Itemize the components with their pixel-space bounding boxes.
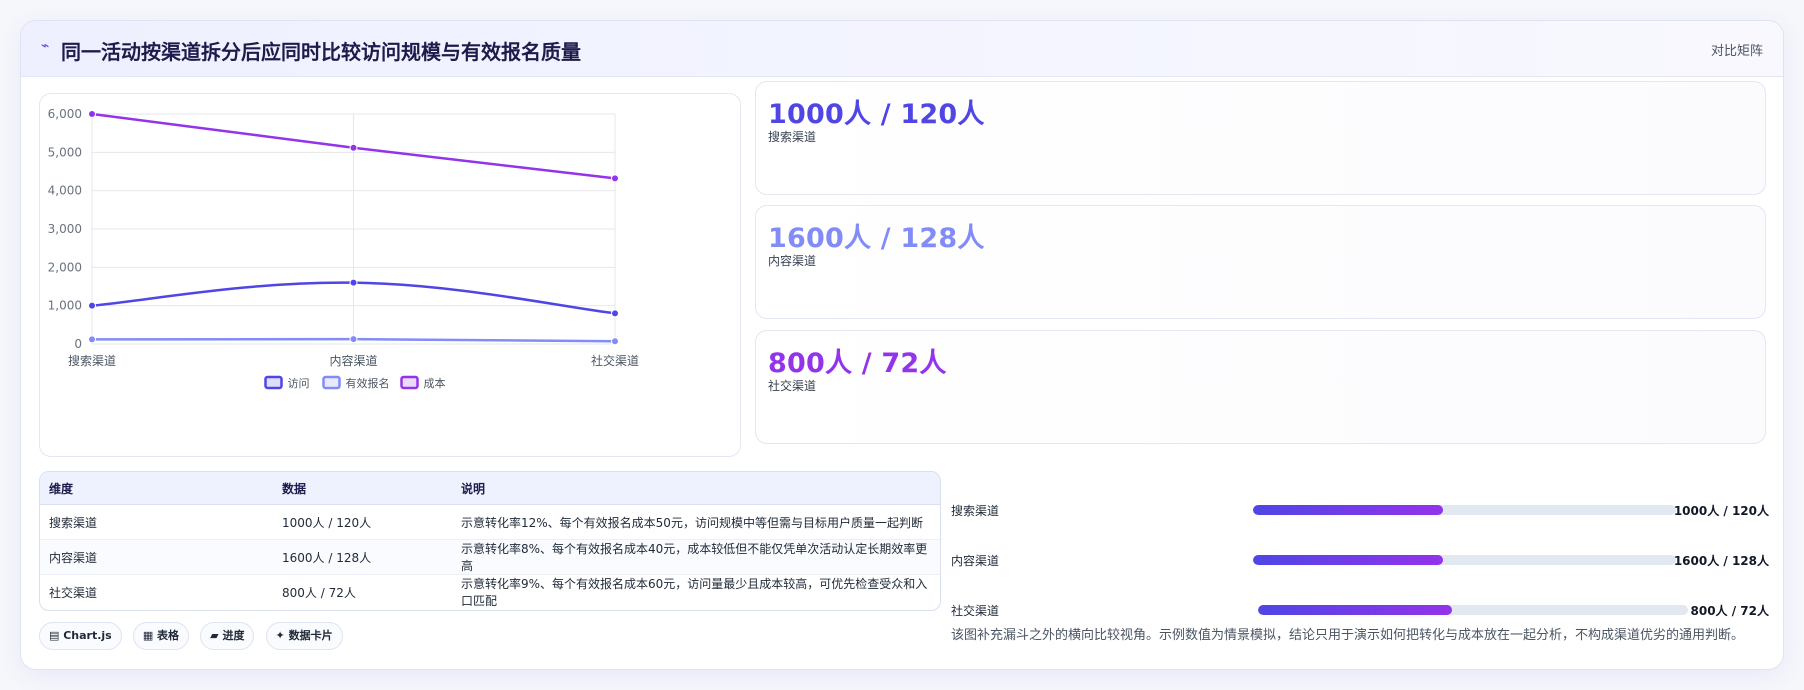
progress-row: 搜索渠道 1000人 / 120人 bbox=[951, 500, 1769, 520]
table-cell: 社交渠道 bbox=[49, 585, 98, 600]
y-tick-label: 4,000 bbox=[48, 184, 82, 198]
progress-row: 内容渠道 1600人 / 128人 bbox=[951, 550, 1769, 570]
data-point bbox=[349, 335, 358, 344]
kpi-card-search: 1000人 / 120人 搜索渠道 bbox=[755, 81, 1766, 195]
x-tick-label: 社交渠道 bbox=[591, 353, 639, 368]
progress-row: 社交渠道 800人 / 72人 bbox=[951, 600, 1769, 620]
data-point bbox=[349, 278, 358, 287]
chip-data-card[interactable]: ✦ 数据卡片 bbox=[265, 622, 343, 650]
column-header: 维度 bbox=[40, 472, 273, 505]
kpi-card-content: 1600人 / 128人 内容渠道 bbox=[755, 205, 1766, 319]
legend-swatch bbox=[264, 375, 283, 390]
page-title: 同一活动按渠道拆分后应同时比较访问规模与有效报名质量 bbox=[61, 40, 581, 64]
chip-chartjs[interactable]: ▤ Chart.js bbox=[39, 622, 122, 650]
progress-fill bbox=[1253, 505, 1444, 515]
table-cell: 1600人 / 128人 bbox=[273, 539, 452, 575]
data-point bbox=[611, 309, 619, 318]
kpi-value: 800人 / 72人 bbox=[768, 348, 947, 379]
progress-value: 800人 / 72人 bbox=[1690, 604, 1770, 618]
table-header-row: 维度 数据 说明 bbox=[40, 472, 940, 505]
progress-label: 社交渠道 bbox=[951, 604, 1000, 618]
line-chart-svg: 0 1,000 2,000 3,000 4,000 5,000 6,000 搜索渠道 内容渠道 社… bbox=[48, 107, 639, 390]
data-point bbox=[88, 335, 96, 344]
progress-value: 1000人 / 120人 bbox=[1673, 504, 1769, 518]
progress-value: 1600人 / 128人 bbox=[1673, 554, 1769, 568]
legend-swatch bbox=[400, 375, 419, 390]
progress-track bbox=[1253, 505, 1676, 515]
table-row: 搜索渠道 1000人 / 120人 示意转化率12%、每个有效报名成本50元，访… bbox=[40, 504, 940, 540]
y-tick-label: 2,000 bbox=[48, 260, 82, 274]
data-point bbox=[611, 337, 619, 346]
trend-icon: ⌁ bbox=[41, 38, 50, 54]
progress-track bbox=[1258, 605, 1688, 615]
legend-label: 访问 bbox=[288, 377, 310, 390]
dashboard-card: ⌁ 同一活动按渠道拆分后应同时比较访问规模与有效报名质量 对比矩阵 0 1,000… bbox=[20, 20, 1784, 670]
kpi-label: 内容渠道 bbox=[768, 254, 817, 268]
table-row: 内容渠道 1600人 / 128人 示意转化率8%、每个有效报名成本40元，成本… bbox=[40, 539, 940, 575]
y-tick-label: 3,000 bbox=[48, 222, 82, 236]
y-tick-label: 1,000 bbox=[48, 299, 82, 313]
table-cell: 示意转化率9%、每个有效报名成本60元，访问量最少且成本较高，可优先检查受众和入… bbox=[461, 577, 928, 608]
view-tag[interactable]: 对比矩阵 bbox=[1711, 40, 1763, 59]
table-cell: 示意转化率8%、每个有效报名成本40元，成本较低但不能仅凭单次活动认定长期效率更… bbox=[452, 539, 940, 575]
footnote: 该图补充漏斗之外的横向比较视角。示例数值为情景模拟，结论只用于演示如何把转化与成… bbox=[951, 628, 1745, 643]
data-point bbox=[88, 110, 96, 118]
progress-label: 搜索渠道 bbox=[951, 504, 1000, 518]
y-tick-label: 6,000 bbox=[48, 107, 82, 121]
kpi-label: 搜索渠道 bbox=[768, 130, 817, 144]
kpi-value: 1600人 / 128人 bbox=[768, 223, 985, 254]
y-tick-label: 5,000 bbox=[48, 145, 82, 159]
kpi-label: 社交渠道 bbox=[768, 379, 817, 393]
legend-label: 有效报名 bbox=[346, 376, 390, 390]
table-row: 社交渠道 800人 / 72人 示意转化率9%、每个有效报名成本60元，访问量最… bbox=[40, 575, 940, 610]
y-tick-label: 0 bbox=[74, 337, 82, 351]
data-table: 维度 数据 说明 搜索渠道 1000人 / 120人 示意转化率12%、每个有效… bbox=[39, 471, 941, 611]
feature-chips: ▤ Chart.js ▦ 表格 ▰ 进度 ✦ 数据卡片 bbox=[39, 622, 349, 650]
line-chart: 0 1,000 2,000 3,000 4,000 5,000 6,000 搜索渠道 内容渠道 社… bbox=[39, 93, 741, 457]
x-tick-label: 搜索渠道 bbox=[68, 353, 116, 368]
table-cell: 1000人 / 120人 bbox=[273, 504, 452, 540]
progress-track bbox=[1253, 555, 1676, 565]
legend-label: 成本 bbox=[424, 376, 446, 390]
data-point bbox=[349, 143, 358, 152]
kpi-card-social: 800人 / 72人 社交渠道 bbox=[755, 330, 1766, 444]
column-header: 数据 bbox=[273, 472, 452, 505]
progress-fill bbox=[1258, 605, 1452, 615]
data-point bbox=[611, 174, 619, 183]
chip-progress[interactable]: ▰ 进度 bbox=[200, 622, 255, 650]
legend-swatch bbox=[322, 375, 341, 390]
progress-label: 内容渠道 bbox=[951, 554, 1000, 568]
table-cell: 800人 / 72人 bbox=[282, 585, 356, 600]
progress-fill bbox=[1253, 555, 1444, 565]
kpi-value: 1000人 / 120人 bbox=[768, 99, 985, 130]
x-tick-label: 内容渠道 bbox=[329, 353, 377, 368]
table-cell: 内容渠道 bbox=[40, 539, 273, 575]
chip-table[interactable]: ▦ 表格 bbox=[132, 622, 190, 650]
table-cell: 搜索渠道 bbox=[40, 504, 273, 540]
card-header: ⌁ 同一活动按渠道拆分后应同时比较访问规模与有效报名质量 对比矩阵 bbox=[21, 21, 1783, 77]
column-header: 说明 bbox=[452, 472, 940, 505]
data-point bbox=[88, 301, 96, 310]
table-cell: 示意转化率12%、每个有效报名成本50元，访问规模中等但需与目标用户质量一起判断 bbox=[452, 504, 940, 540]
